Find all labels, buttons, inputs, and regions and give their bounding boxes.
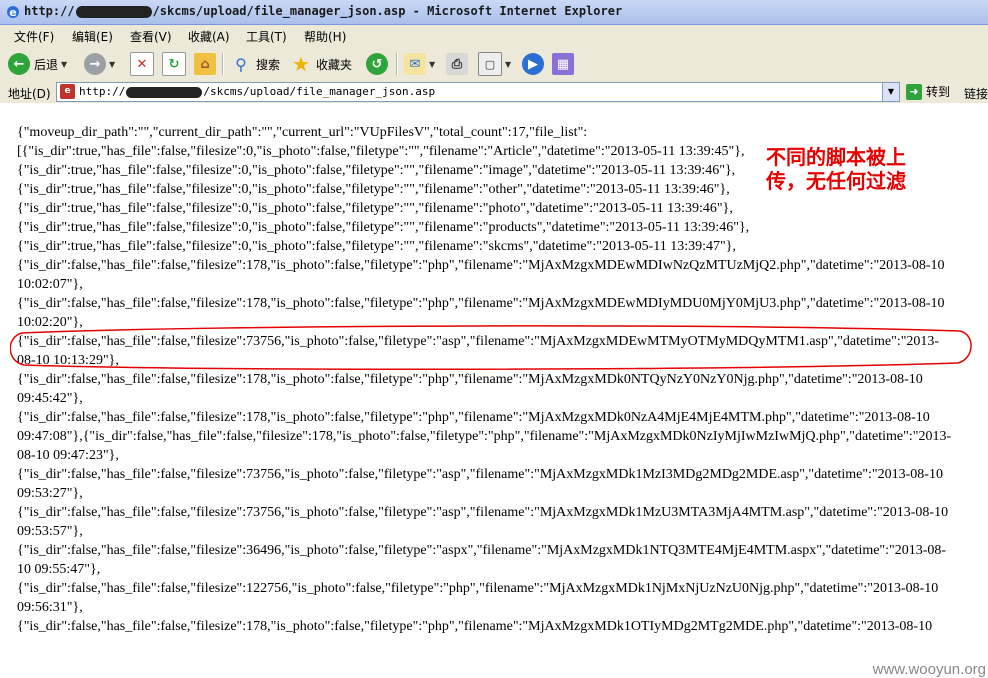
menu-file[interactable]: 文件(F) [14,28,54,45]
back-button[interactable]: ← 后退 ▼ [8,52,67,76]
research-button[interactable]: ▦ [552,52,574,76]
toolbar-separator [222,53,224,75]
json-line: {"is_dir":false,"has_file":false,"filesi… [17,505,949,520]
search-icon: ⚲ [235,54,247,74]
json-line: 09:56:31"}, [17,600,83,615]
home-icon: ⌂ [194,53,216,75]
menu-view[interactable]: 查看(V) [130,28,172,45]
menu-tools[interactable]: 工具(T) [246,28,287,45]
json-response: {"moveup_dir_path":"","current_dir_path"… [17,123,979,636]
json-line: {"is_dir":false,"has_file":false,"filesi… [17,543,947,558]
messenger-icon: ▶ [522,53,544,75]
toolbar: ← 后退 ▼ → ▼ ✕ ↻ ⌂ ⚲ 搜索 ★ 收藏夹 ↺ ✉ ▼ ⎙ ▢ ▼ … [0,47,988,82]
chevron-down-icon: ▼ [505,59,512,69]
chevron-down-icon: ▼ [109,59,116,69]
window-title: http:///skcms/upload/file_manager_json.a… [24,4,623,18]
links-button[interactable]: 链接 [964,85,988,102]
internet-explorer-icon: e [7,6,19,19]
json-line: {"is_dir":true,"has_file":false,"filesiz… [17,220,750,235]
menu-help[interactable]: 帮助(H) [304,28,346,45]
history-icon: ↺ [366,53,388,75]
annotation-note: 不同的脚本被上 传，无任何过滤 [766,145,906,193]
star-icon: ★ [292,52,310,76]
favorites-button[interactable]: ★ 收藏夹 [290,52,352,76]
address-bar: 地址(D) e http:///skcms/upload/file_manage… [0,81,988,104]
watermark: www.wooyun.org [872,661,986,678]
json-line: 08-10 09:47:23"}, [17,448,119,463]
json-line: 09:53:27"}, [17,486,83,501]
address-input[interactable]: e http:///skcms/upload/file_manager_json… [56,82,900,102]
home-button[interactable]: ⌂ [194,52,216,76]
json-line: {"is_dir":true,"has_file":false,"filesiz… [17,201,733,216]
annotation-line: 传，无任何过滤 [766,169,906,193]
edit-button[interactable]: ▢ ▼ [478,52,511,76]
chevron-down-icon[interactable]: ▼ [882,83,899,101]
edit-page-icon: ▢ [478,52,502,76]
redacted-host-mask [126,86,203,98]
json-line: {"is_dir":false,"has_file":false,"filesi… [17,372,923,387]
json-line: {"is_dir":false,"has_file":false,"filesi… [17,296,945,311]
json-line: 10 09:55:47"}, [17,562,101,577]
page-content: {"moveup_dir_path":"","current_dir_path"… [0,103,988,678]
stop-icon: ✕ [130,52,154,76]
json-line: 10:02:07"}, [17,277,83,292]
json-line: 09:47:08"},{"is_dir":false,"has_file":fa… [17,429,952,444]
go-arrow-icon: ➜ [906,83,922,100]
address-label: 地址(D) [8,87,51,101]
go-button[interactable]: ➜ 转到 [906,83,950,100]
stop-button[interactable]: ✕ [130,52,154,76]
printer-icon: ⎙ [446,53,468,75]
forward-button[interactable]: → ▼ [84,52,115,76]
chevron-down-icon: ▼ [429,59,436,69]
print-button[interactable]: ⎙ [446,52,468,76]
forward-arrow-icon: → [84,53,106,75]
json-line: {"is_dir":false,"has_file":false,"filesi… [17,581,939,596]
messenger-button[interactable]: ▶ [522,52,544,76]
toolbar-separator [396,53,398,75]
json-line: {"moveup_dir_path":"","current_dir_path"… [17,125,588,140]
page-icon: e [60,84,75,99]
menu-edit[interactable]: 编辑(E) [72,28,113,45]
json-line: {"is_dir":true,"has_file":false,"filesiz… [17,239,736,254]
mail-button[interactable]: ✉ ▼ [404,52,435,76]
menu-bar: 文件(F) 编辑(E) 查看(V) 收藏(A) 工具(T) 帮助(H) [0,25,988,48]
menu-favorites[interactable]: 收藏(A) [188,28,230,45]
json-line: 09:53:57"}, [17,524,83,539]
back-arrow-icon: ← [8,53,30,75]
history-button[interactable]: ↺ [366,52,388,76]
chevron-down-icon: ▼ [61,59,68,69]
search-button[interactable]: ⚲ 搜索 [230,52,280,76]
json-line: {"is_dir":false,"has_file":false,"filesi… [17,619,933,634]
json-line: {"is_dir":false,"has_file":false,"filesi… [17,467,943,482]
mail-icon: ✉ [404,53,426,75]
window-title-bar[interactable]: e http:///skcms/upload/file_manager_json… [0,0,988,25]
json-line: {"is_dir":false,"has_file":false,"filesi… [17,258,945,273]
json-line: {"is_dir":false,"has_file":false,"filesi… [17,410,930,425]
research-icon: ▦ [552,53,574,75]
json-line: 09:45:42"}, [17,391,83,406]
refresh-button[interactable]: ↻ [162,52,186,76]
refresh-icon: ↻ [162,52,186,76]
highlight-ellipse [10,325,972,370]
address-url: http:///skcms/upload/file_manager_json.a… [79,85,436,98]
svg-text:e: e [9,6,16,19]
annotation-line: 不同的脚本被上 [766,145,906,169]
redacted-host-mask [75,5,152,18]
